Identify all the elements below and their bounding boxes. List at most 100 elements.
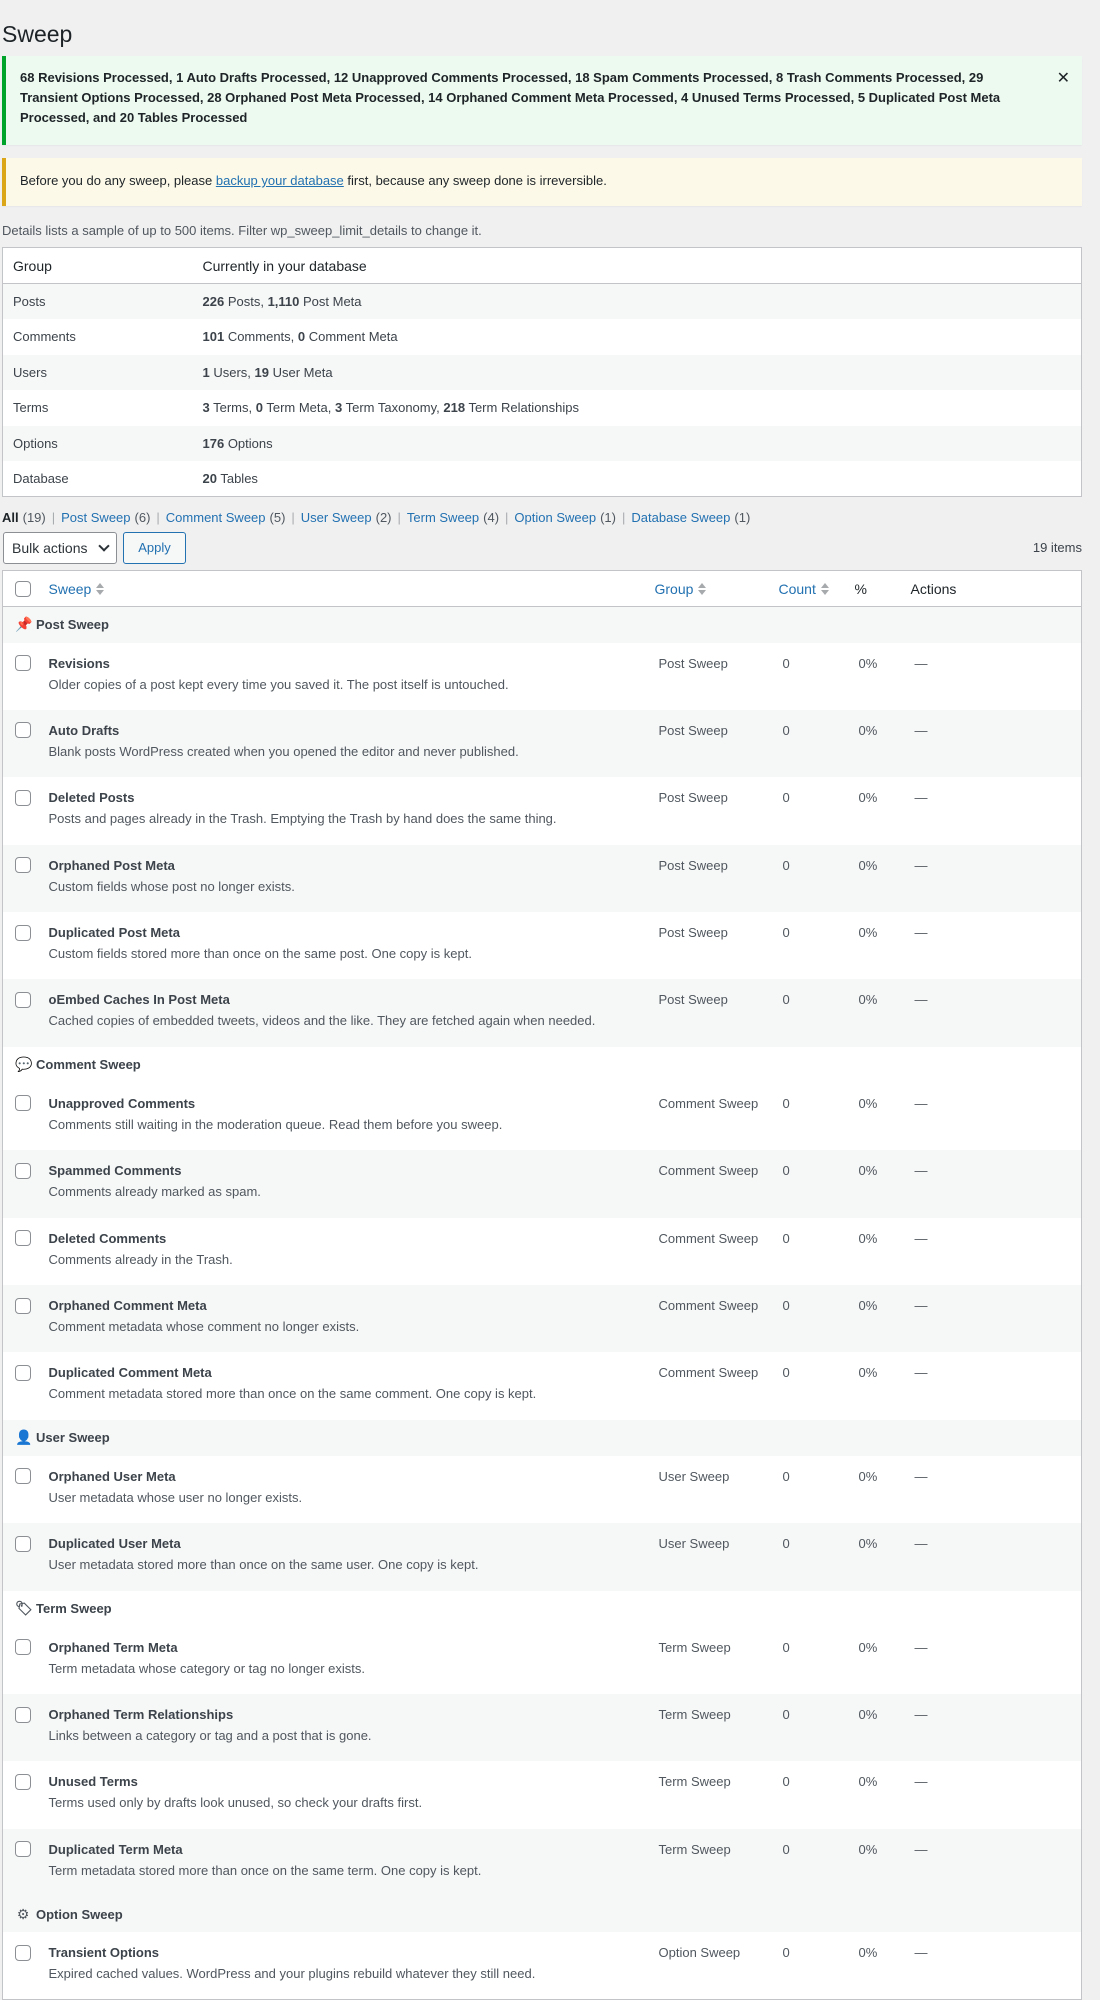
- group-cell: Term Sweep: [654, 1761, 779, 1829]
- apply-button[interactable]: Apply: [123, 532, 186, 564]
- action-value: —: [914, 1468, 928, 1484]
- action-value: —: [914, 857, 928, 873]
- count-cell: 0: [778, 1932, 855, 2000]
- backup-database-link[interactable]: backup your database: [216, 173, 344, 188]
- filter-count: (4): [483, 510, 500, 525]
- warning-text-before: Before you do any sweep, please: [20, 173, 216, 188]
- column-count[interactable]: Count: [778, 570, 855, 607]
- warning-text-after: first, because any sweep done is irrever…: [343, 173, 607, 188]
- sweep-title: Duplicated Comment Meta: [48, 1365, 212, 1381]
- sort-sweep-link[interactable]: Sweep: [49, 581, 92, 597]
- column-sweep[interactable]: Sweep: [44, 570, 655, 607]
- group-header-label: Term Sweep: [36, 1601, 112, 1617]
- group-header-row: 💬 Comment Sweep: [2, 1046, 1082, 1083]
- filter-count: (19): [22, 510, 46, 525]
- stats-number: 0: [255, 400, 263, 416]
- select-all-checkbox[interactable]: [15, 581, 31, 598]
- actions-cell: —: [910, 1932, 1082, 2000]
- sort-group-link[interactable]: Group: [655, 581, 694, 597]
- filter-link[interactable]: Comment Sweep: [166, 510, 266, 525]
- group-cell: Term Sweep: [654, 1626, 779, 1694]
- row-checkbox[interactable]: [15, 1468, 31, 1485]
- row-checkbox[interactable]: [15, 924, 31, 941]
- sort-count-link[interactable]: Count: [779, 581, 816, 597]
- percent-cell: 0%: [854, 1455, 911, 1524]
- column-group[interactable]: Group: [654, 570, 779, 607]
- sweep-cell: Orphaned Term Meta Term metadata whose ca…: [44, 1626, 655, 1694]
- count-cell: 0: [778, 1352, 855, 1420]
- count-value: 0: [782, 1163, 790, 1179]
- filter-link[interactable]: Term Sweep: [407, 510, 479, 525]
- sweep-description: Comments still waiting in the moderation…: [48, 1116, 503, 1132]
- percent-value: 0%: [858, 1365, 878, 1381]
- sweep-cell: Duplicated User Meta User metadata stored…: [44, 1523, 655, 1591]
- table-row: Auto Drafts Blank posts WordPress created…: [2, 709, 1082, 778]
- percent-cell: 0%: [854, 1217, 911, 1286]
- sweep-title: Orphaned Comment Meta: [48, 1298, 207, 1314]
- row-checkbox[interactable]: [15, 1297, 31, 1314]
- group-header-row: ⚙ Option Sweep: [2, 1896, 1082, 1933]
- filter-link[interactable]: Database Sweep: [631, 510, 730, 525]
- filter-link[interactable]: Post Sweep: [61, 510, 130, 525]
- count-cell: 0: [778, 1626, 855, 1694]
- filter-link[interactable]: User Sweep: [301, 510, 372, 525]
- sweep-cell: Unused Terms Terms used only by drafts lo…: [44, 1761, 655, 1829]
- table-row: Transient Options Expired cached values. …: [2, 1932, 1082, 2000]
- table-row: Deleted Posts Posts and pages already in …: [2, 777, 1082, 845]
- group-cell: Post Sweep: [654, 844, 779, 913]
- actions-cell: —: [910, 777, 1082, 845]
- group-cell: User Sweep: [654, 1523, 779, 1591]
- stats-label: Options: [224, 435, 273, 451]
- sweep-description: Cached copies of embedded tweets, videos…: [48, 1013, 596, 1029]
- row-checkbox[interactable]: [15, 992, 31, 1009]
- filter-link[interactable]: All: [2, 510, 19, 525]
- actions-cell: —: [910, 979, 1082, 1047]
- percent-cell: 0%: [854, 844, 911, 913]
- row-checkbox[interactable]: [15, 722, 31, 739]
- count-value: 0: [782, 790, 790, 806]
- stats-value: 1 Users, 19 User Meta: [192, 354, 1082, 390]
- sweep-title: Spammed Comments: [48, 1163, 182, 1179]
- stats-value: 3 Terms, 0 Term Meta, 3 Term Taxonomy, 2…: [193, 390, 1082, 426]
- row-checkbox[interactable]: [15, 857, 31, 874]
- row-checkbox[interactable]: [15, 1706, 31, 1723]
- row-checkbox[interactable]: [15, 1944, 31, 1961]
- action-value: —: [914, 1945, 928, 1961]
- stats-number: 20: [202, 471, 217, 486]
- row-checkbox[interactable]: [15, 789, 31, 806]
- row-checkbox[interactable]: [15, 1162, 31, 1179]
- chevron-down-icon: [98, 540, 110, 552]
- filter-link[interactable]: Option Sweep: [514, 510, 596, 525]
- actions-cell: —: [910, 912, 1082, 980]
- group-header-label: User Sweep: [36, 1430, 110, 1446]
- stats-label: Term Taxonomy,: [342, 400, 444, 416]
- filter-count: (1): [734, 510, 751, 525]
- stats-number: 19: [254, 364, 269, 380]
- sweep-title: Duplicated User Meta: [48, 1536, 181, 1552]
- count-value: 0: [782, 1841, 790, 1857]
- percent-cell: 0%: [854, 979, 911, 1047]
- percent-cell: 0%: [854, 1082, 911, 1151]
- row-checkbox[interactable]: [15, 1773, 31, 1790]
- table-row: Duplicated User Meta User metadata stored…: [2, 1523, 1082, 1591]
- row-checkbox[interactable]: [15, 1364, 31, 1381]
- stats-number: 1,110: [267, 294, 300, 309]
- count-value: 0: [782, 925, 790, 941]
- stats-value: 176 Options: [192, 425, 1082, 461]
- sweep-title: Unapproved Comments: [48, 1095, 196, 1111]
- row-checkbox[interactable]: [15, 655, 31, 672]
- row-checkbox[interactable]: [15, 1535, 31, 1552]
- count-value: 0: [782, 1536, 790, 1552]
- count-cell: 0: [778, 1217, 855, 1286]
- row-checkbox[interactable]: [15, 1841, 31, 1858]
- bulk-actions-select[interactable]: Bulk actions: [3, 532, 117, 564]
- actions-cell: —: [910, 1352, 1082, 1420]
- row-checkbox-cell: [2, 1761, 45, 1829]
- details-text: Details lists a sample of up to 500 item…: [2, 223, 482, 238]
- row-checkbox[interactable]: [15, 1639, 31, 1656]
- row-checkbox-cell: [2, 1523, 45, 1591]
- dismiss-icon[interactable]: ✕: [1057, 69, 1070, 89]
- row-checkbox[interactable]: [15, 1230, 31, 1247]
- row-checkbox[interactable]: [15, 1095, 31, 1112]
- action-value: —: [914, 1536, 928, 1552]
